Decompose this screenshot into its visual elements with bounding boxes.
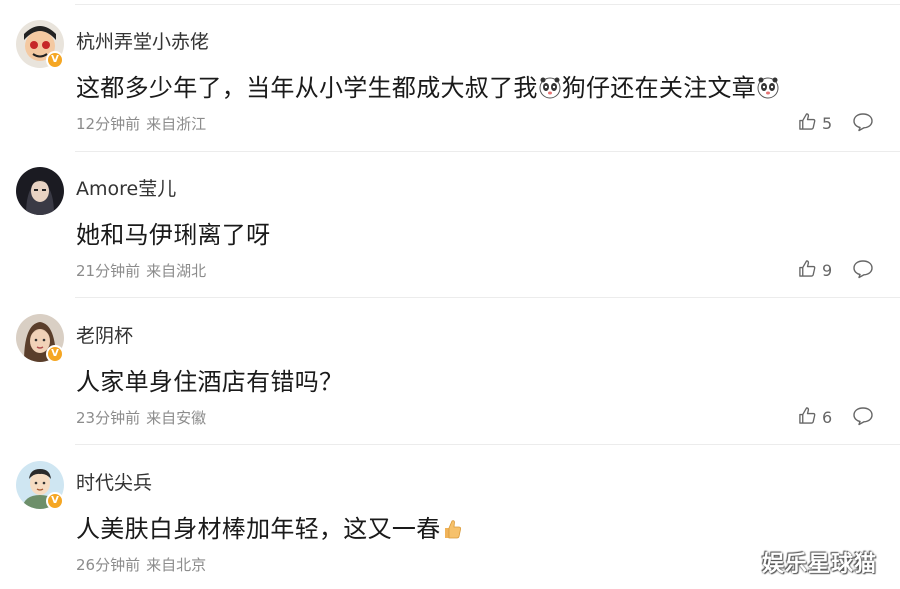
verified-badge-icon: V — [46, 345, 64, 363]
watermark: 娱乐星球猫 — [762, 552, 878, 577]
comment-time: 26分钟前 — [76, 556, 141, 574]
comment-text-part: 她和马伊琍离了呀 — [76, 221, 271, 249]
comment-username[interactable]: 老阴杯 — [76, 321, 133, 348]
comment-meta: 23分钟前 来自安徽 — [76, 407, 206, 428]
comment-time: 12分钟前 — [76, 115, 141, 133]
like-button[interactable]: 9 — [798, 259, 832, 282]
comment-item: V 杭州弄堂小赤佬 这都多少年了，当年从小学生都成大叔了我 狗仔还在关注文章 12… — [0, 0, 900, 147]
like-count: 9 — [822, 261, 833, 280]
comment-text-part: 狗仔还在关注文章 — [561, 74, 757, 102]
thumbs-up-icon — [798, 259, 817, 282]
comment-meta: 12分钟前 来自浙江 — [76, 113, 206, 134]
comment-username[interactable]: 杭州弄堂小赤佬 — [76, 27, 209, 54]
thumbs-up-emoji-icon — [442, 518, 462, 546]
comment-username[interactable]: Amore莹儿 — [76, 174, 176, 201]
comment-location: 来自浙江 — [146, 115, 207, 133]
comment-text-part: 这都多少年了，当年从小学生都成大叔了我 — [76, 74, 538, 102]
comment-reply-icon[interactable] — [852, 112, 874, 136]
like-button[interactable]: 5 — [798, 112, 832, 135]
avatar[interactable] — [16, 167, 64, 215]
comment-text: 这都多少年了，当年从小学生都成大叔了我 狗仔还在关注文章 — [76, 68, 780, 105]
comment-text-part: 人家单身住酒店有错吗？ — [76, 368, 344, 396]
comment-text: 人美肤白身材棒加年轻，这又一春 — [76, 509, 463, 546]
comment-item: V 老阴杯 人家单身住酒店有错吗？ 23分钟前 来自安徽 6 — [0, 294, 900, 441]
comment-meta: 21分钟前 来自湖北 — [76, 260, 206, 281]
comment-time: 21分钟前 — [76, 262, 141, 280]
like-count: 6 — [822, 408, 833, 427]
verified-badge-icon: V — [46, 492, 64, 510]
comment-text: 她和马伊琍离了呀 — [76, 215, 270, 250]
thumbs-up-icon — [798, 406, 817, 429]
comment-item: Amore莹儿 她和马伊琍离了呀 21分钟前 来自湖北 9 — [0, 147, 900, 294]
comment-location: 来自安徽 — [146, 409, 207, 427]
verified-badge-icon: V — [46, 51, 64, 69]
comment-reply-icon[interactable] — [852, 406, 874, 430]
comment-time: 23分钟前 — [76, 409, 141, 427]
panda-emoji-icon — [539, 77, 561, 105]
panda-emoji-icon — [757, 77, 779, 105]
comment-reply-icon[interactable] — [852, 259, 874, 283]
comment-text-part: 人美肤白身材棒加年轻，这又一春 — [76, 515, 441, 543]
like-count: 5 — [822, 114, 833, 133]
comment-text: 人家单身住酒店有错吗？ — [76, 362, 343, 397]
comment-location: 来自北京 — [146, 556, 207, 574]
like-button[interactable]: 6 — [798, 406, 832, 429]
comment-location: 来自湖北 — [146, 262, 207, 280]
comment-meta: 26分钟前 来自北京 — [76, 554, 206, 575]
comment-username[interactable]: 时代尖兵 — [76, 468, 152, 495]
thumbs-up-icon — [798, 112, 817, 135]
